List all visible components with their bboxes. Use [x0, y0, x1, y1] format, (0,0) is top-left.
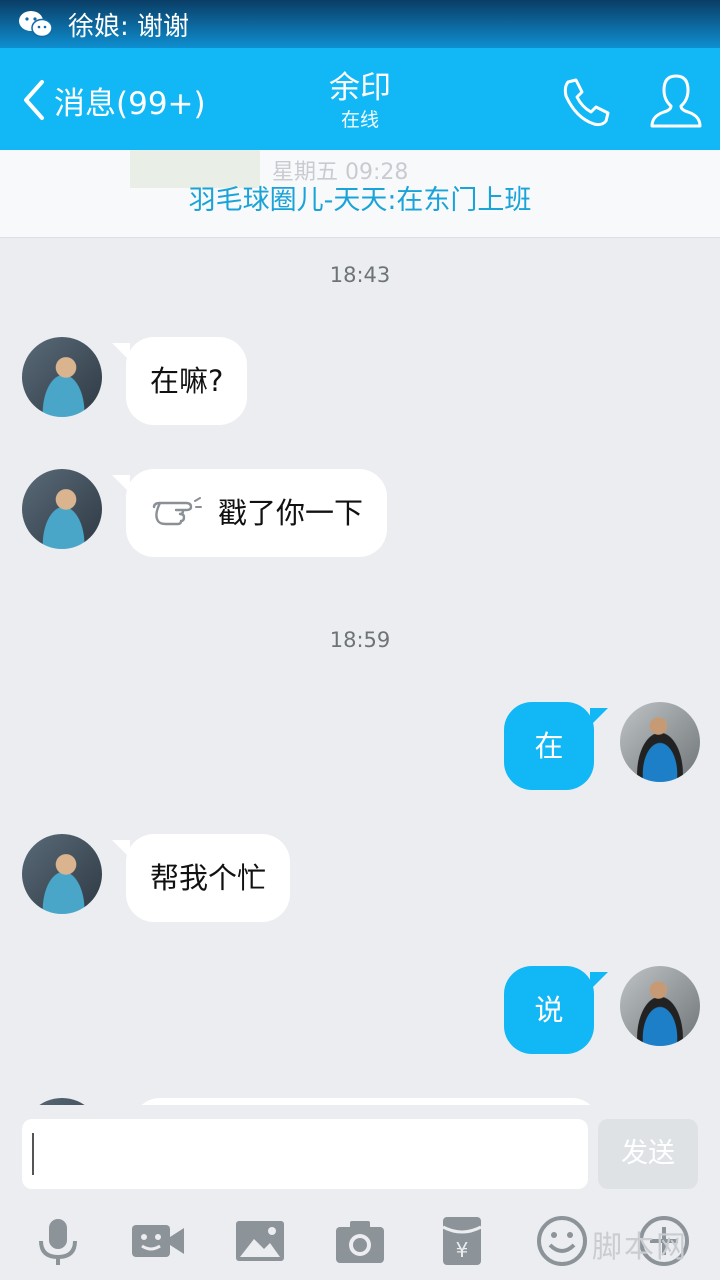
message-bubble[interactable]: [132, 1098, 600, 1105]
avatar[interactable]: [22, 337, 102, 417]
message-bubble[interactable]: 在嘛?: [126, 337, 248, 425]
chat-area[interactable]: 18:43 在嘛? 戳了你一下 18:59 在 帮我个忙 说: [0, 239, 720, 1105]
video-icon[interactable]: [130, 1213, 186, 1269]
svg-text:¥: ¥: [456, 1238, 469, 1262]
avatar[interactable]: [22, 469, 102, 549]
group-message-text[interactable]: 羽毛球圈儿-天天:在东门上班: [0, 178, 720, 217]
avatar[interactable]: [22, 834, 102, 914]
watermark: 脚本网: [592, 1230, 688, 1265]
message-bubble[interactable]: 在: [504, 702, 594, 790]
poke-text: 戳了你一下: [218, 496, 364, 530]
send-button[interactable]: 发送: [598, 1119, 698, 1189]
red-packet-icon[interactable]: ¥: [434, 1213, 490, 1269]
image-icon[interactable]: [232, 1213, 288, 1269]
avatar[interactable]: [620, 702, 700, 782]
message-bubble[interactable]: 帮我个忙: [126, 834, 291, 922]
message-input[interactable]: [22, 1119, 588, 1189]
camera-icon[interactable]: [332, 1213, 388, 1269]
mic-icon[interactable]: [30, 1213, 86, 1269]
chat-header: 消息(99+) 余印 在线: [0, 48, 720, 150]
avatar[interactable]: [620, 966, 700, 1046]
poke-message-bubble[interactable]: 戳了你一下: [126, 469, 388, 557]
timestamp: 18:43: [329, 263, 391, 287]
phone-icon[interactable]: [558, 74, 614, 130]
notification-text: 徐娘: 谢谢: [68, 11, 190, 42]
status-bar: 徐娘: 谢谢: [0, 0, 720, 48]
emoji-icon[interactable]: [534, 1213, 590, 1269]
wechat-icon: [19, 11, 53, 38]
poke-hand-icon: [152, 497, 202, 526]
text-caret: [32, 1133, 34, 1175]
timestamp: 18:59: [329, 628, 391, 652]
message-bubble[interactable]: 说: [504, 966, 594, 1054]
group-message-banner[interactable]: 星期五 09:28 羽毛球圈儿-天天:在东门上班: [0, 150, 720, 238]
profile-icon[interactable]: [648, 70, 704, 130]
avatar[interactable]: [22, 1098, 102, 1105]
